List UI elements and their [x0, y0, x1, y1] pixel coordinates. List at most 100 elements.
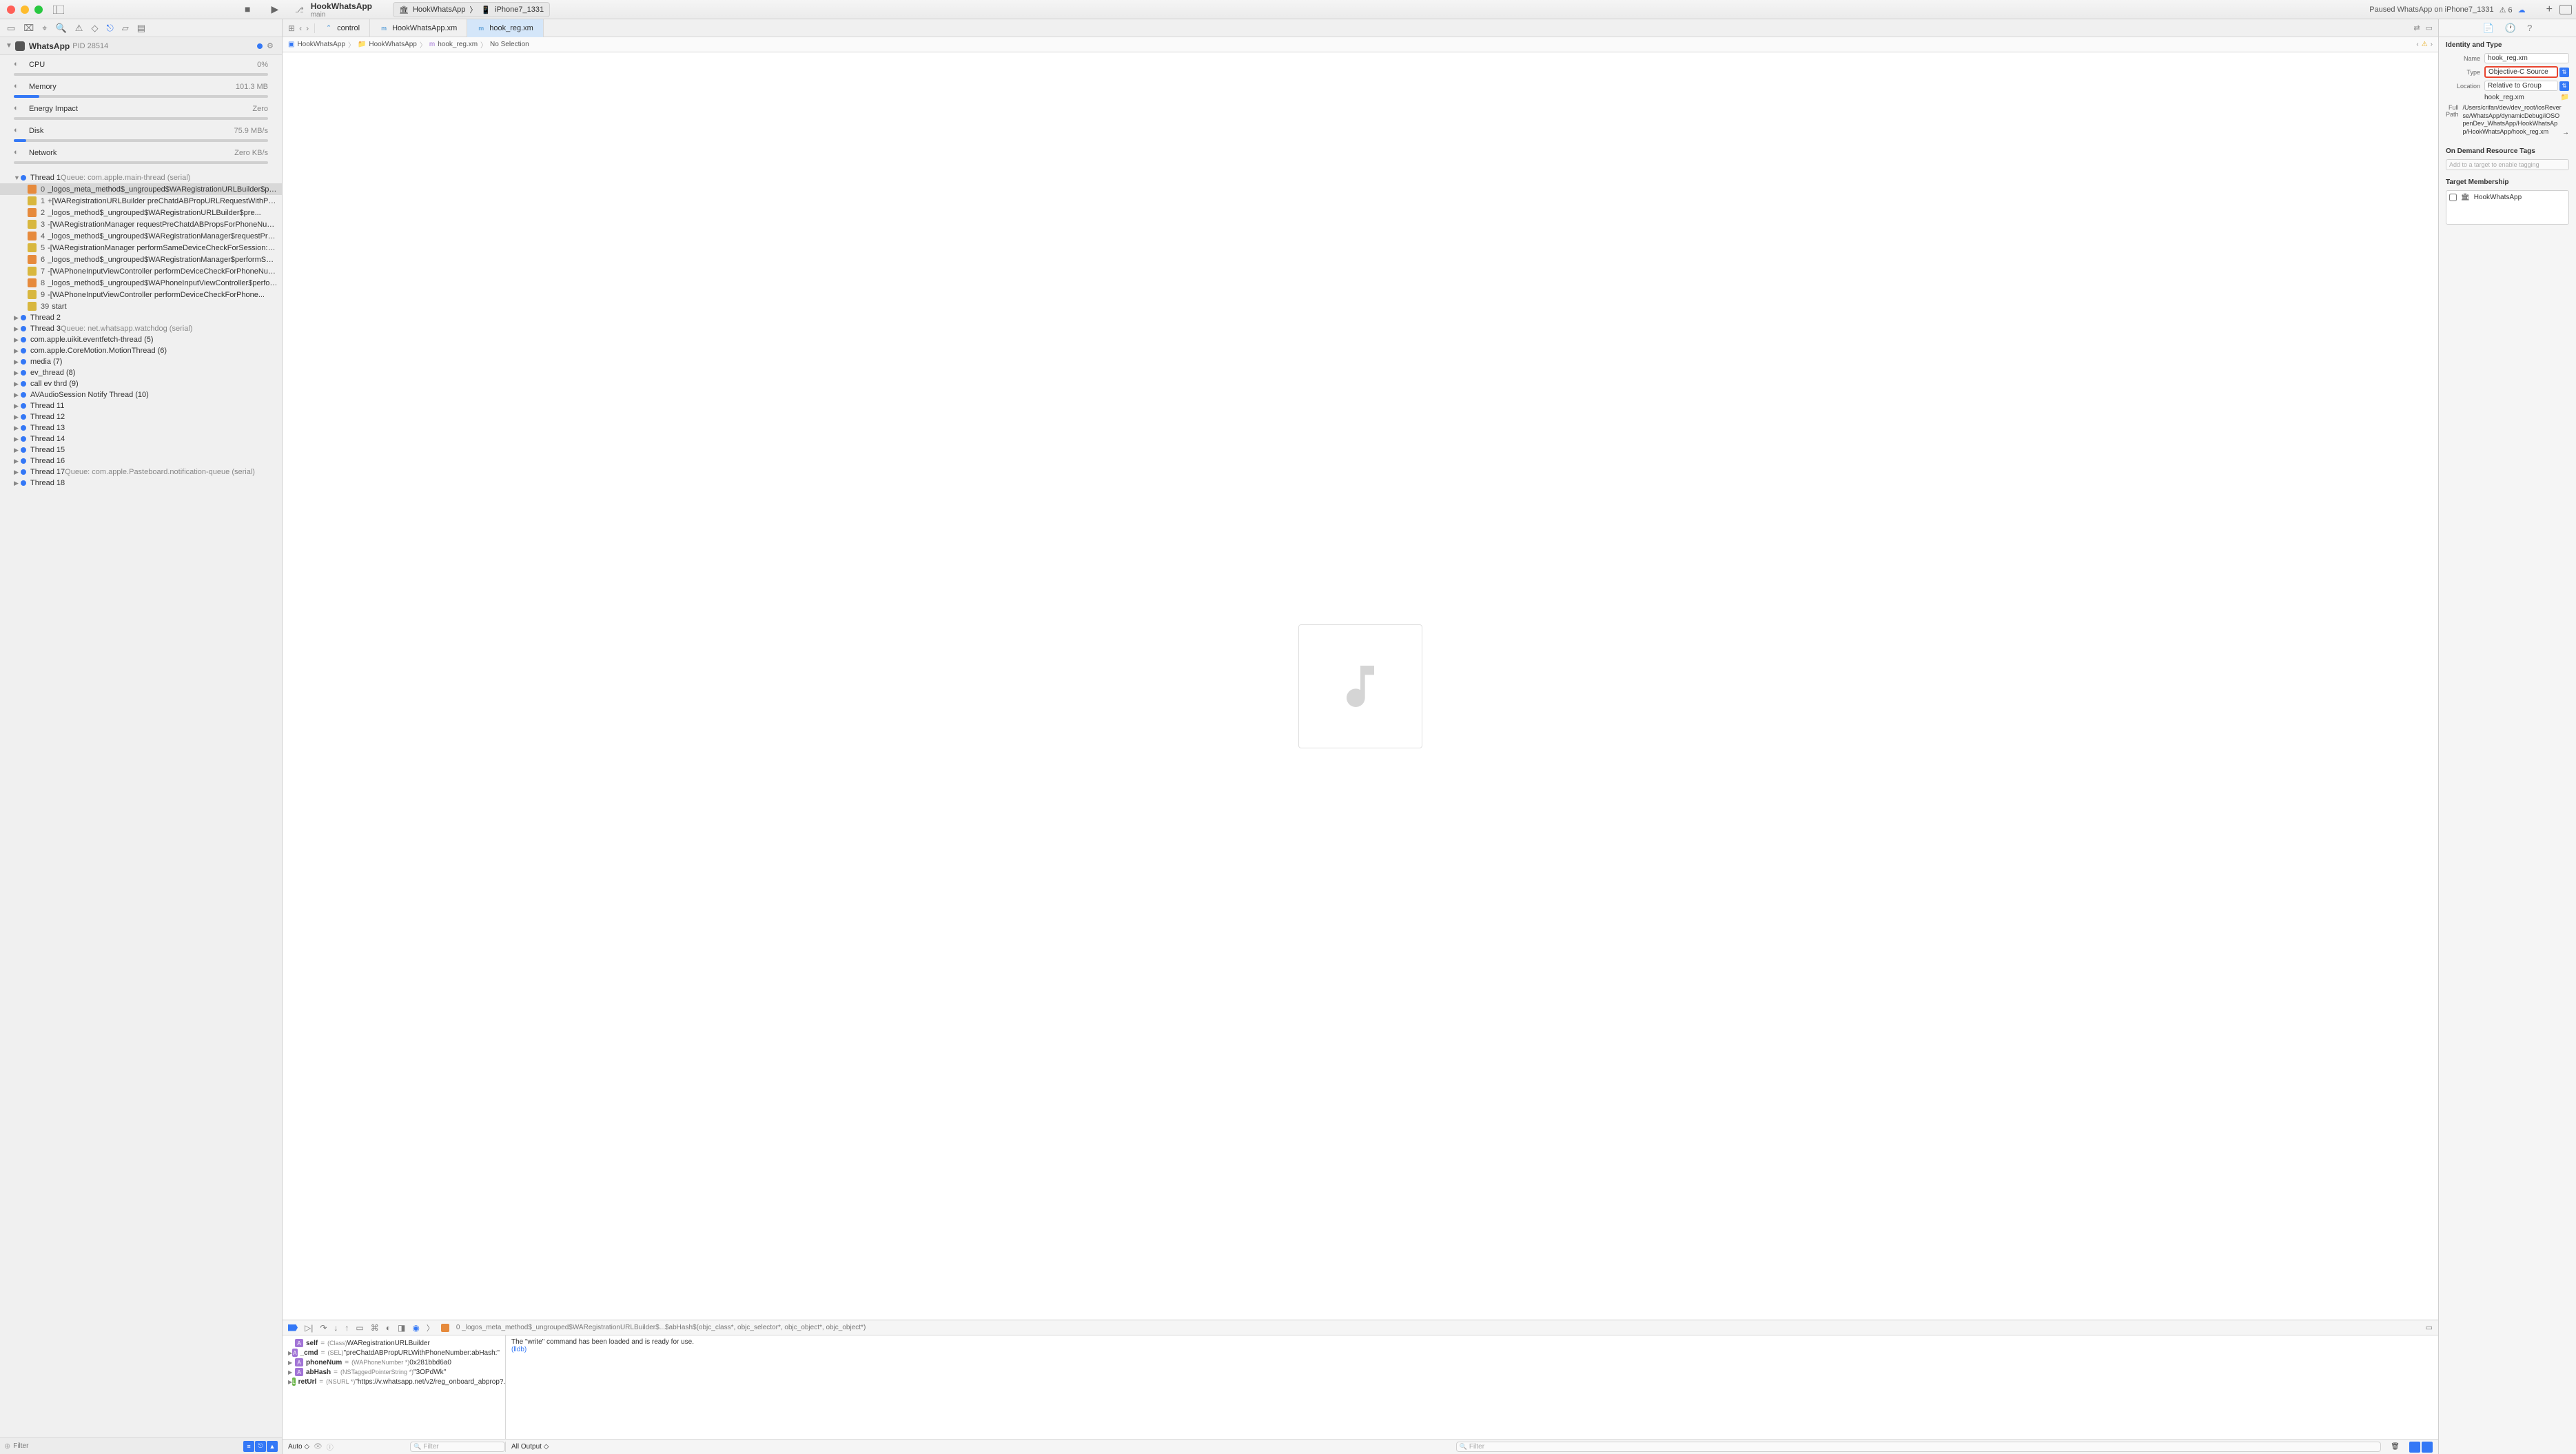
env-override-icon[interactable]: ◐: [386, 1323, 391, 1333]
thread-row[interactable]: ▶com.apple.uikit.eventfetch-thread (5): [0, 334, 282, 345]
reveal-icon[interactable]: →: [2562, 129, 2569, 136]
add-tab-button[interactable]: +: [2546, 3, 2553, 16]
folder-browse-icon[interactable]: 📁: [2561, 94, 2569, 101]
location-dropdown-icon[interactable]: ⇅: [2559, 81, 2569, 91]
thread-row[interactable]: ▶Thread 2: [0, 312, 282, 323]
editor-layout-icon[interactable]: ▭: [2426, 23, 2433, 32]
location-field[interactable]: Relative to Group: [2484, 81, 2558, 91]
nav-report-icon[interactable]: ▤: [137, 23, 145, 34]
thread-row[interactable]: ▶Thread 3 Queue: net.whatsapp.watchdog (…: [0, 323, 282, 334]
scheme-selector[interactable]: 🏛 HookWhatsApp 〉 📱 iPhone7_1331: [393, 2, 550, 17]
sidebar-toggle-icon[interactable]: [53, 5, 64, 14]
zoom-window[interactable]: [34, 6, 43, 14]
continue-icon[interactable]: ▷|: [305, 1323, 313, 1333]
type-dropdown-icon[interactable]: ⇅: [2559, 68, 2569, 77]
stack-frame[interactable]: 0_logos_meta_method$_ungrouped$WARegistr…: [0, 183, 282, 195]
stack-frame[interactable]: 39start: [0, 300, 282, 312]
variable-row[interactable]: ▶LretUrl = (NSURL *) "https://v.whatsapp…: [285, 1377, 502, 1386]
thread-row[interactable]: ▶Thread 11: [0, 400, 282, 411]
thread-row[interactable]: ▶ev_thread (8): [0, 367, 282, 378]
jump-file[interactable]: hook_reg.xm: [438, 41, 478, 48]
activity-icon[interactable]: ☁: [2518, 6, 2526, 14]
gauge-row[interactable]: ◐NetworkZero KB/s: [0, 146, 282, 160]
stack-icon[interactable]: ◉: [412, 1323, 419, 1333]
breakpoint-toggle[interactable]: [288, 1324, 298, 1331]
stack-frame[interactable]: 2_logos_method$_ungrouped$WARegistration…: [0, 207, 282, 218]
console-toggle-icon[interactable]: ▭: [2426, 1323, 2433, 1332]
variable-row[interactable]: ▶AphoneNum = (WAPhoneNumber *) 0x281bbd6…: [285, 1358, 502, 1367]
variables-filter[interactable]: Filter: [410, 1442, 505, 1452]
thread-row[interactable]: ▶Thread 12: [0, 411, 282, 422]
editor-tab[interactable]: mhook_reg.xm: [467, 19, 544, 37]
jump-selection[interactable]: No Selection: [490, 41, 529, 48]
show-console-button[interactable]: [2422, 1442, 2433, 1453]
gauge-row[interactable]: ◐Energy ImpactZero: [0, 102, 282, 116]
step-over-icon[interactable]: ↷: [320, 1323, 327, 1333]
name-field[interactable]: hook_reg.xm: [2484, 53, 2569, 63]
filter-seg-2[interactable]: ⎋: [255, 1441, 266, 1452]
gauge-row[interactable]: ◐CPU0%: [0, 58, 282, 72]
stack-frame[interactable]: 3-[WARegistrationManager requestPreChatd…: [0, 218, 282, 230]
stop-button[interactable]: ■: [245, 3, 250, 15]
process-header[interactable]: ▼ WhatsApp PID 28514 ⚙: [0, 37, 282, 55]
gauge-row[interactable]: ◐Memory101.3 MB: [0, 80, 282, 94]
console-output-mode[interactable]: All Output ◇: [511, 1443, 549, 1451]
nav-breakpoint-icon[interactable]: ▱: [122, 23, 129, 34]
thread-row[interactable]: ▶Thread 17 Queue: com.apple.Pasteboard.n…: [0, 467, 282, 478]
nav-search-icon[interactable]: 🔍: [56, 23, 67, 34]
back-icon[interactable]: ‹: [299, 23, 302, 33]
variable-row[interactable]: ▶A_cmd = (SEL) "preChatdABPropURLWithPho…: [285, 1348, 502, 1358]
forward-icon[interactable]: ›: [306, 23, 309, 33]
file-inspector-tab[interactable]: 📄: [2483, 23, 2494, 34]
thread-row[interactable]: ▶call ev thrd (9): [0, 378, 282, 389]
stack-frame[interactable]: 6_logos_method$_ungrouped$WARegistration…: [0, 254, 282, 265]
thread-row[interactable]: ▶Thread 16: [0, 455, 282, 467]
thread-row[interactable]: ▶Thread 14: [0, 433, 282, 444]
filter-seg-3[interactable]: ▲: [267, 1441, 278, 1452]
next-issue-icon[interactable]: ›: [2431, 41, 2433, 48]
trash-icon[interactable]: 🗑: [2391, 1443, 2400, 1451]
warning-icon[interactable]: ⚠: [2422, 41, 2428, 48]
thread-row[interactable]: ▶AVAudioSession Notify Thread (10): [0, 389, 282, 400]
gear-icon[interactable]: ⚙: [267, 41, 276, 51]
target-checkbox-row[interactable]: 🏛 HookWhatsApp: [2449, 194, 2566, 201]
related-items-icon[interactable]: ⊞: [288, 23, 295, 33]
view-debug-icon[interactable]: ▭: [356, 1323, 363, 1333]
nav-folder-icon[interactable]: ▭: [7, 23, 15, 34]
editor-tab[interactable]: mHookWhatsApp.xm: [370, 19, 467, 37]
step-in-icon[interactable]: ↓: [334, 1323, 338, 1333]
thread-row[interactable]: ▶media (7): [0, 356, 282, 367]
thread-row[interactable]: ▶Thread 18: [0, 478, 282, 489]
nav-debug-icon[interactable]: ⎋: [106, 23, 113, 34]
console-view[interactable]: The "write" command has been loaded and …: [506, 1335, 2438, 1439]
variable-row[interactable]: Aself = (Class) WARegistrationURLBuilder: [285, 1338, 502, 1348]
location-icon[interactable]: ◨: [398, 1323, 405, 1333]
console-filter[interactable]: Filter: [1456, 1442, 2381, 1452]
editor-tab[interactable]: ⌃control: [315, 19, 370, 37]
stack-frame[interactable]: 5-[WARegistrationManager performSameDevi…: [0, 242, 282, 254]
memory-graph-icon[interactable]: ⌘: [371, 1323, 379, 1333]
history-inspector-tab[interactable]: 🕐: [2505, 23, 2516, 34]
stack-frame[interactable]: 4_logos_method$_ungrouped$WARegistration…: [0, 230, 282, 242]
variables-scope[interactable]: Auto ◇: [288, 1443, 309, 1451]
variable-row[interactable]: ▶AabHash = (NSTaggedPointerString *) "3O…: [285, 1367, 502, 1377]
jump-bar[interactable]: ▣ HookWhatsApp 〉 📁 HookWhatsApp 〉 m hook…: [283, 37, 2438, 52]
type-field[interactable]: Objective-C Source: [2484, 66, 2558, 78]
prev-issue-icon[interactable]: ‹: [2416, 41, 2418, 48]
nav-symbol-icon[interactable]: ⌖: [42, 23, 47, 34]
right-panel-toggle[interactable]: [2559, 5, 2572, 14]
stack-frame[interactable]: 7-[WAPhoneInputViewController performDev…: [0, 265, 282, 277]
filter-seg-1[interactable]: ≡: [243, 1441, 254, 1452]
nav-scm-icon[interactable]: ⌧: [23, 23, 34, 34]
stack-frame[interactable]: 8_logos_method$_ungrouped$WAPhoneInputVi…: [0, 277, 282, 289]
show-vars-button[interactable]: [2409, 1442, 2420, 1453]
warning-badge[interactable]: ⚠ 6: [2500, 6, 2513, 14]
step-out-icon[interactable]: ↑: [345, 1323, 349, 1333]
thread-row[interactable]: ▶Thread 15: [0, 444, 282, 455]
nav-issue-icon[interactable]: ⚠: [75, 23, 83, 34]
target-checkbox[interactable]: [2449, 194, 2457, 201]
jump-folder[interactable]: HookWhatsApp: [369, 41, 416, 48]
thread-row[interactable]: ▶Thread 13: [0, 422, 282, 433]
stack-frame[interactable]: 9-[WAPhoneInputViewController performDev…: [0, 289, 282, 300]
quicklook-icon[interactable]: 👁: [314, 1443, 323, 1451]
